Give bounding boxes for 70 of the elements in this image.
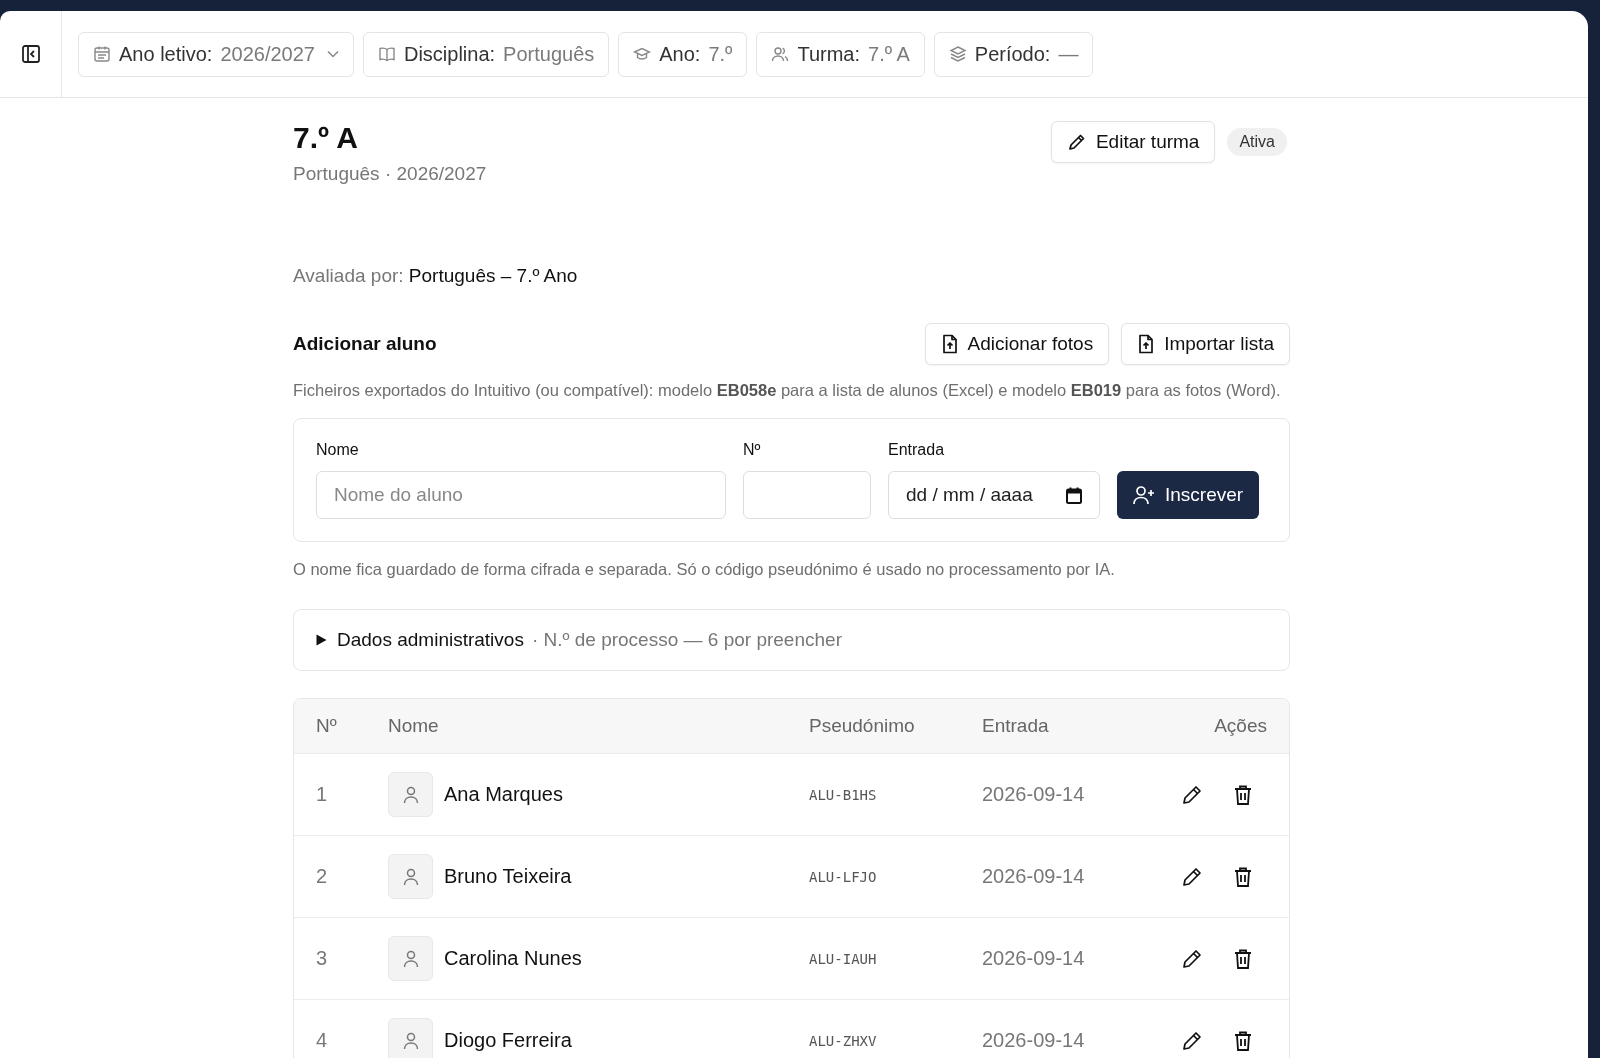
filter-selector[interactable]: Período: — [933, 31, 1094, 77]
enroll-button[interactable]: Inscrever [1117, 471, 1260, 519]
import-hint-text: Ficheiros exportados do Intuitivo (ou compatível): modelo EB058e para a lista de alunos (Excel) e modelo EB019 para as fotos (Word). [293, 381, 1282, 400]
section-title: Adicionar aluno [293, 333, 437, 355]
class-subtitle: Português · 2026/2027 [293, 163, 487, 185]
trash-icon[interactable] [1233, 1029, 1253, 1052]
file-upload-icon [1137, 334, 1156, 354]
pencil-icon [1066, 132, 1087, 152]
caret-icon [316, 634, 327, 646]
column-header: Nome [388, 715, 440, 737]
layers-icon [948, 45, 967, 63]
evaluated-by-text: Avaliada por: Português – 7.º Ano [293, 265, 579, 287]
student-name: Ana Marques [444, 783, 563, 806]
column-header: Ações [1213, 715, 1268, 737]
date-field[interactable]: dd / mm / aaaa [888, 471, 1100, 519]
number-field[interactable] [743, 471, 871, 519]
filter-selector[interactable]: Ano: 7.º [618, 31, 748, 77]
trash-icon[interactable] [1233, 783, 1253, 806]
table-cell-text: ALU-ZHXV [809, 1032, 878, 1049]
column-header: Entrada [982, 715, 1050, 737]
details-title: Dados administrativos [337, 629, 524, 651]
avatar-icon [388, 772, 433, 817]
student-name: Bruno Teixeira [444, 865, 572, 888]
edit-class-button[interactable]: Editar turma [1050, 121, 1216, 163]
upload-button[interactable]: Adicionar fotos [924, 323, 1110, 365]
filter-selector[interactable]: Turma: 7.º A [756, 31, 925, 77]
table-cell-text: 2026-09-14 [982, 783, 1086, 806]
student-name: Diogo Ferreira [444, 1029, 572, 1052]
chevron-down-icon [326, 50, 339, 58]
table-cell-text: 2026-09-14 [982, 1029, 1086, 1052]
table-cell-text: 1 [315, 783, 329, 806]
status-badge: Ativa [1227, 128, 1287, 156]
book-icon [377, 45, 396, 63]
details-summary: · N.º de processo — 6 por preencher [531, 629, 842, 651]
student-name: Carolina Nunes [444, 947, 582, 970]
column-header: Nº [315, 715, 338, 737]
field-label: Entrada [888, 441, 946, 459]
privacy-note: O nome fica guardado de forma cifrada e separada. Só o código pseudónimo é usado no processamento por IA. [293, 560, 1116, 579]
field-label: Nº [743, 441, 762, 459]
edit-icon[interactable] [1181, 947, 1203, 970]
class-title: 7.º A [293, 121, 359, 155]
table-cell-text: ALU-IAUH [809, 950, 878, 967]
edit-icon[interactable] [1181, 865, 1203, 888]
avatar-icon [388, 854, 433, 899]
user-plus-icon [1133, 485, 1155, 505]
upload-button[interactable]: Importar lista [1121, 323, 1290, 365]
avatar-icon [388, 936, 433, 981]
table-cell-text: 4 [315, 1029, 329, 1052]
name-field[interactable]: Nome do aluno [316, 471, 726, 519]
field-label: Nome [316, 441, 360, 459]
admin-details-toggle[interactable]: Dados administrativos · N.º de processo — 6 por preencher [293, 609, 1290, 671]
calendar-icon [1066, 486, 1082, 504]
filter-selector[interactable]: Ano letivo: 2026/2027 [78, 31, 354, 77]
table-cell-text: 3 [315, 947, 329, 970]
users-icon [771, 45, 790, 63]
trash-icon[interactable] [1233, 865, 1253, 888]
table-cell-text: 2026-09-14 [982, 865, 1086, 888]
file-upload-icon [940, 334, 959, 354]
trash-icon[interactable] [1233, 947, 1253, 970]
table-cell-text: 2 [315, 865, 329, 888]
filter-selector[interactable]: Disciplina: Português [362, 31, 610, 77]
calendar-icon [93, 45, 111, 63]
table-cell-text: ALU-B1HS [809, 786, 878, 803]
sidebar-toggle-icon[interactable] [20, 44, 41, 64]
table-cell-text: ALU-LFJO [809, 868, 878, 885]
edit-icon[interactable] [1181, 1029, 1203, 1052]
column-header: Pseudónimo [809, 715, 916, 737]
edit-icon[interactable] [1181, 783, 1203, 806]
table-cell-text: 2026-09-14 [982, 947, 1086, 970]
graduation-cap-icon [633, 45, 652, 63]
